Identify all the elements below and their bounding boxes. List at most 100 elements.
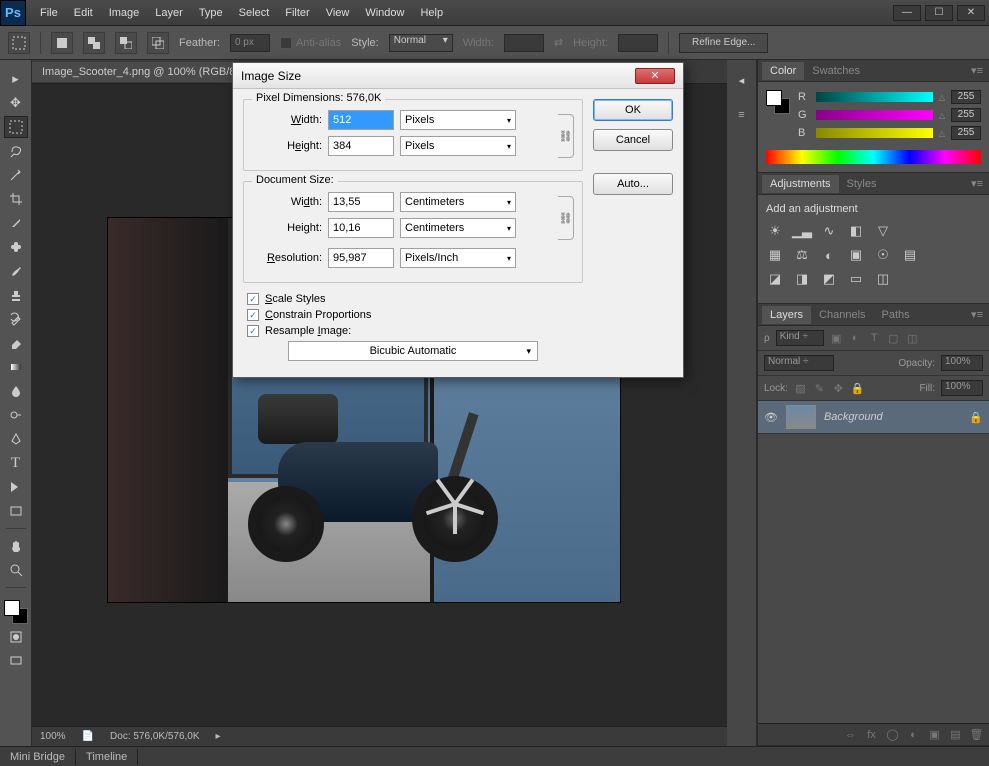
panel-menu-icon[interactable]: ▾≡: [971, 177, 989, 190]
eyedropper-tool-icon[interactable]: [4, 212, 28, 234]
visibility-icon[interactable]: 👁: [764, 411, 778, 424]
fx-icon[interactable]: fx: [865, 728, 878, 741]
cancel-button[interactable]: Cancel: [593, 129, 673, 151]
close-button[interactable]: ✕: [957, 5, 985, 21]
photo-filter-icon[interactable]: ▣: [847, 247, 865, 263]
file-info-icon[interactable]: 📄: [82, 731, 94, 742]
resolution-input[interactable]: [328, 248, 394, 268]
expand-icon[interactable]: ▸: [4, 68, 28, 90]
doc-width-input[interactable]: [328, 192, 394, 212]
panel-menu-icon[interactable]: ▾≡: [971, 308, 989, 321]
blend-mode[interactable]: Normal ÷: [764, 355, 834, 371]
link-icon[interactable]: ⇔: [844, 728, 857, 741]
tab-adjustments[interactable]: Adjustments: [762, 175, 839, 193]
menu-file[interactable]: File: [32, 3, 66, 23]
brightness-icon[interactable]: ☀: [766, 223, 784, 239]
zoom-tool-icon[interactable]: [4, 559, 28, 581]
tab-layers[interactable]: Layers: [762, 306, 811, 324]
marquee-tool-preset[interactable]: [8, 32, 30, 54]
lock-paint-icon[interactable]: ✎: [813, 382, 826, 395]
lock-all-icon[interactable]: 🔒: [851, 382, 864, 395]
filter-pixel-icon[interactable]: ▣: [830, 332, 843, 345]
menu-select[interactable]: Select: [231, 3, 278, 23]
subtract-selection-icon[interactable]: [115, 32, 137, 54]
wand-tool-icon[interactable]: [4, 164, 28, 186]
layer-name[interactable]: Background: [824, 411, 883, 423]
refine-edge-button[interactable]: Refine Edge...: [679, 33, 768, 53]
invert-icon[interactable]: ◪: [766, 271, 784, 287]
zoom-level[interactable]: 100%: [40, 731, 66, 742]
pen-tool-icon[interactable]: [4, 428, 28, 450]
heal-tool-icon[interactable]: [4, 236, 28, 258]
px-width-input[interactable]: [328, 110, 394, 130]
r-slider[interactable]: [816, 92, 933, 102]
curves-icon[interactable]: ∿: [820, 223, 838, 239]
group-icon[interactable]: ▣: [928, 728, 941, 741]
marquee-tool-icon[interactable]: [4, 116, 28, 138]
doc-link-icon[interactable]: ⛓: [558, 196, 574, 240]
fill-value[interactable]: 100%: [941, 380, 983, 396]
menu-image[interactable]: Image: [101, 3, 148, 23]
exposure-icon[interactable]: ◧: [847, 223, 865, 239]
tab-styles[interactable]: Styles: [839, 175, 885, 193]
crop-tool-icon[interactable]: [4, 188, 28, 210]
filter-shape-icon[interactable]: ▢: [887, 332, 900, 345]
eraser-tool-icon[interactable]: [4, 332, 28, 354]
b-value[interactable]: 255: [951, 126, 981, 140]
tab-color[interactable]: Color: [762, 62, 804, 80]
tab-paths[interactable]: Paths: [874, 306, 918, 324]
shape-tool-icon[interactable]: [4, 500, 28, 522]
maximize-button[interactable]: ☐: [925, 5, 953, 21]
constrain-check[interactable]: ✓: [247, 309, 259, 321]
trash-icon[interactable]: 🗑: [970, 728, 983, 741]
hand-tool-icon[interactable]: [4, 535, 28, 557]
selcolor-icon[interactable]: ◫: [874, 271, 892, 287]
mask-icon[interactable]: ◯: [886, 728, 899, 741]
g-value[interactable]: 255: [951, 108, 981, 122]
add-selection-icon[interactable]: [83, 32, 105, 54]
menu-view[interactable]: View: [318, 3, 358, 23]
menu-filter[interactable]: Filter: [277, 3, 317, 23]
px-height-input[interactable]: [328, 136, 394, 156]
lock-pos-icon[interactable]: ✥: [832, 382, 845, 395]
history-brush-icon[interactable]: [4, 308, 28, 330]
bw-icon[interactable]: ◐: [820, 247, 838, 263]
quickmask-icon[interactable]: [4, 626, 28, 648]
menu-type[interactable]: Type: [191, 3, 231, 23]
screenmode-icon[interactable]: [4, 650, 28, 672]
scale-styles-check[interactable]: ✓: [247, 293, 259, 305]
color-swatches[interactable]: [4, 600, 28, 624]
tab-mini-bridge[interactable]: Mini Bridge: [0, 749, 76, 765]
menu-help[interactable]: Help: [412, 3, 451, 23]
px-link-icon[interactable]: ⛓: [558, 114, 574, 158]
blur-tool-icon[interactable]: [4, 380, 28, 402]
filter-adjust-icon[interactable]: ◐: [849, 332, 862, 345]
tab-channels[interactable]: Channels: [811, 306, 873, 324]
gradmap-icon[interactable]: ▭: [847, 271, 865, 287]
style-select[interactable]: Normal▾: [389, 34, 453, 52]
panel-menu-icon[interactable]: ▾≡: [971, 64, 989, 77]
path-tool-icon[interactable]: [4, 476, 28, 498]
auto-button[interactable]: Auto...: [593, 173, 673, 195]
move-tool-icon[interactable]: ✥: [4, 92, 28, 114]
menu-edit[interactable]: Edit: [66, 3, 101, 23]
stamp-tool-icon[interactable]: [4, 284, 28, 306]
px-width-unit[interactable]: Pixels▾: [400, 110, 516, 130]
new-layer-icon[interactable]: ▤: [949, 728, 962, 741]
px-height-unit[interactable]: Pixels▾: [400, 136, 516, 156]
filter-smart-icon[interactable]: ◫: [906, 332, 919, 345]
resample-method-select[interactable]: Bicubic Automatic: [288, 341, 538, 361]
adj-layer-icon[interactable]: ◐: [907, 728, 920, 741]
colorbal-icon[interactable]: ⚖: [793, 247, 811, 263]
ok-button[interactable]: OK: [593, 99, 673, 121]
tab-swatches[interactable]: Swatches: [804, 62, 868, 80]
layer-row[interactable]: 👁 Background 🔒: [758, 401, 989, 434]
vibrance-icon[interactable]: ▽: [874, 223, 892, 239]
resample-check[interactable]: ✓: [247, 325, 259, 337]
gradient-tool-icon[interactable]: [4, 356, 28, 378]
mixer-icon[interactable]: ☉: [874, 247, 892, 263]
collapse-icon[interactable]: ◂: [739, 74, 745, 87]
doc-tab[interactable]: Image_Scooter_4.png @ 100% (RGB/8): [32, 62, 250, 82]
resolution-unit[interactable]: Pixels/Inch▾: [400, 248, 516, 268]
doc-height-unit[interactable]: Centimeters▾: [400, 218, 516, 238]
